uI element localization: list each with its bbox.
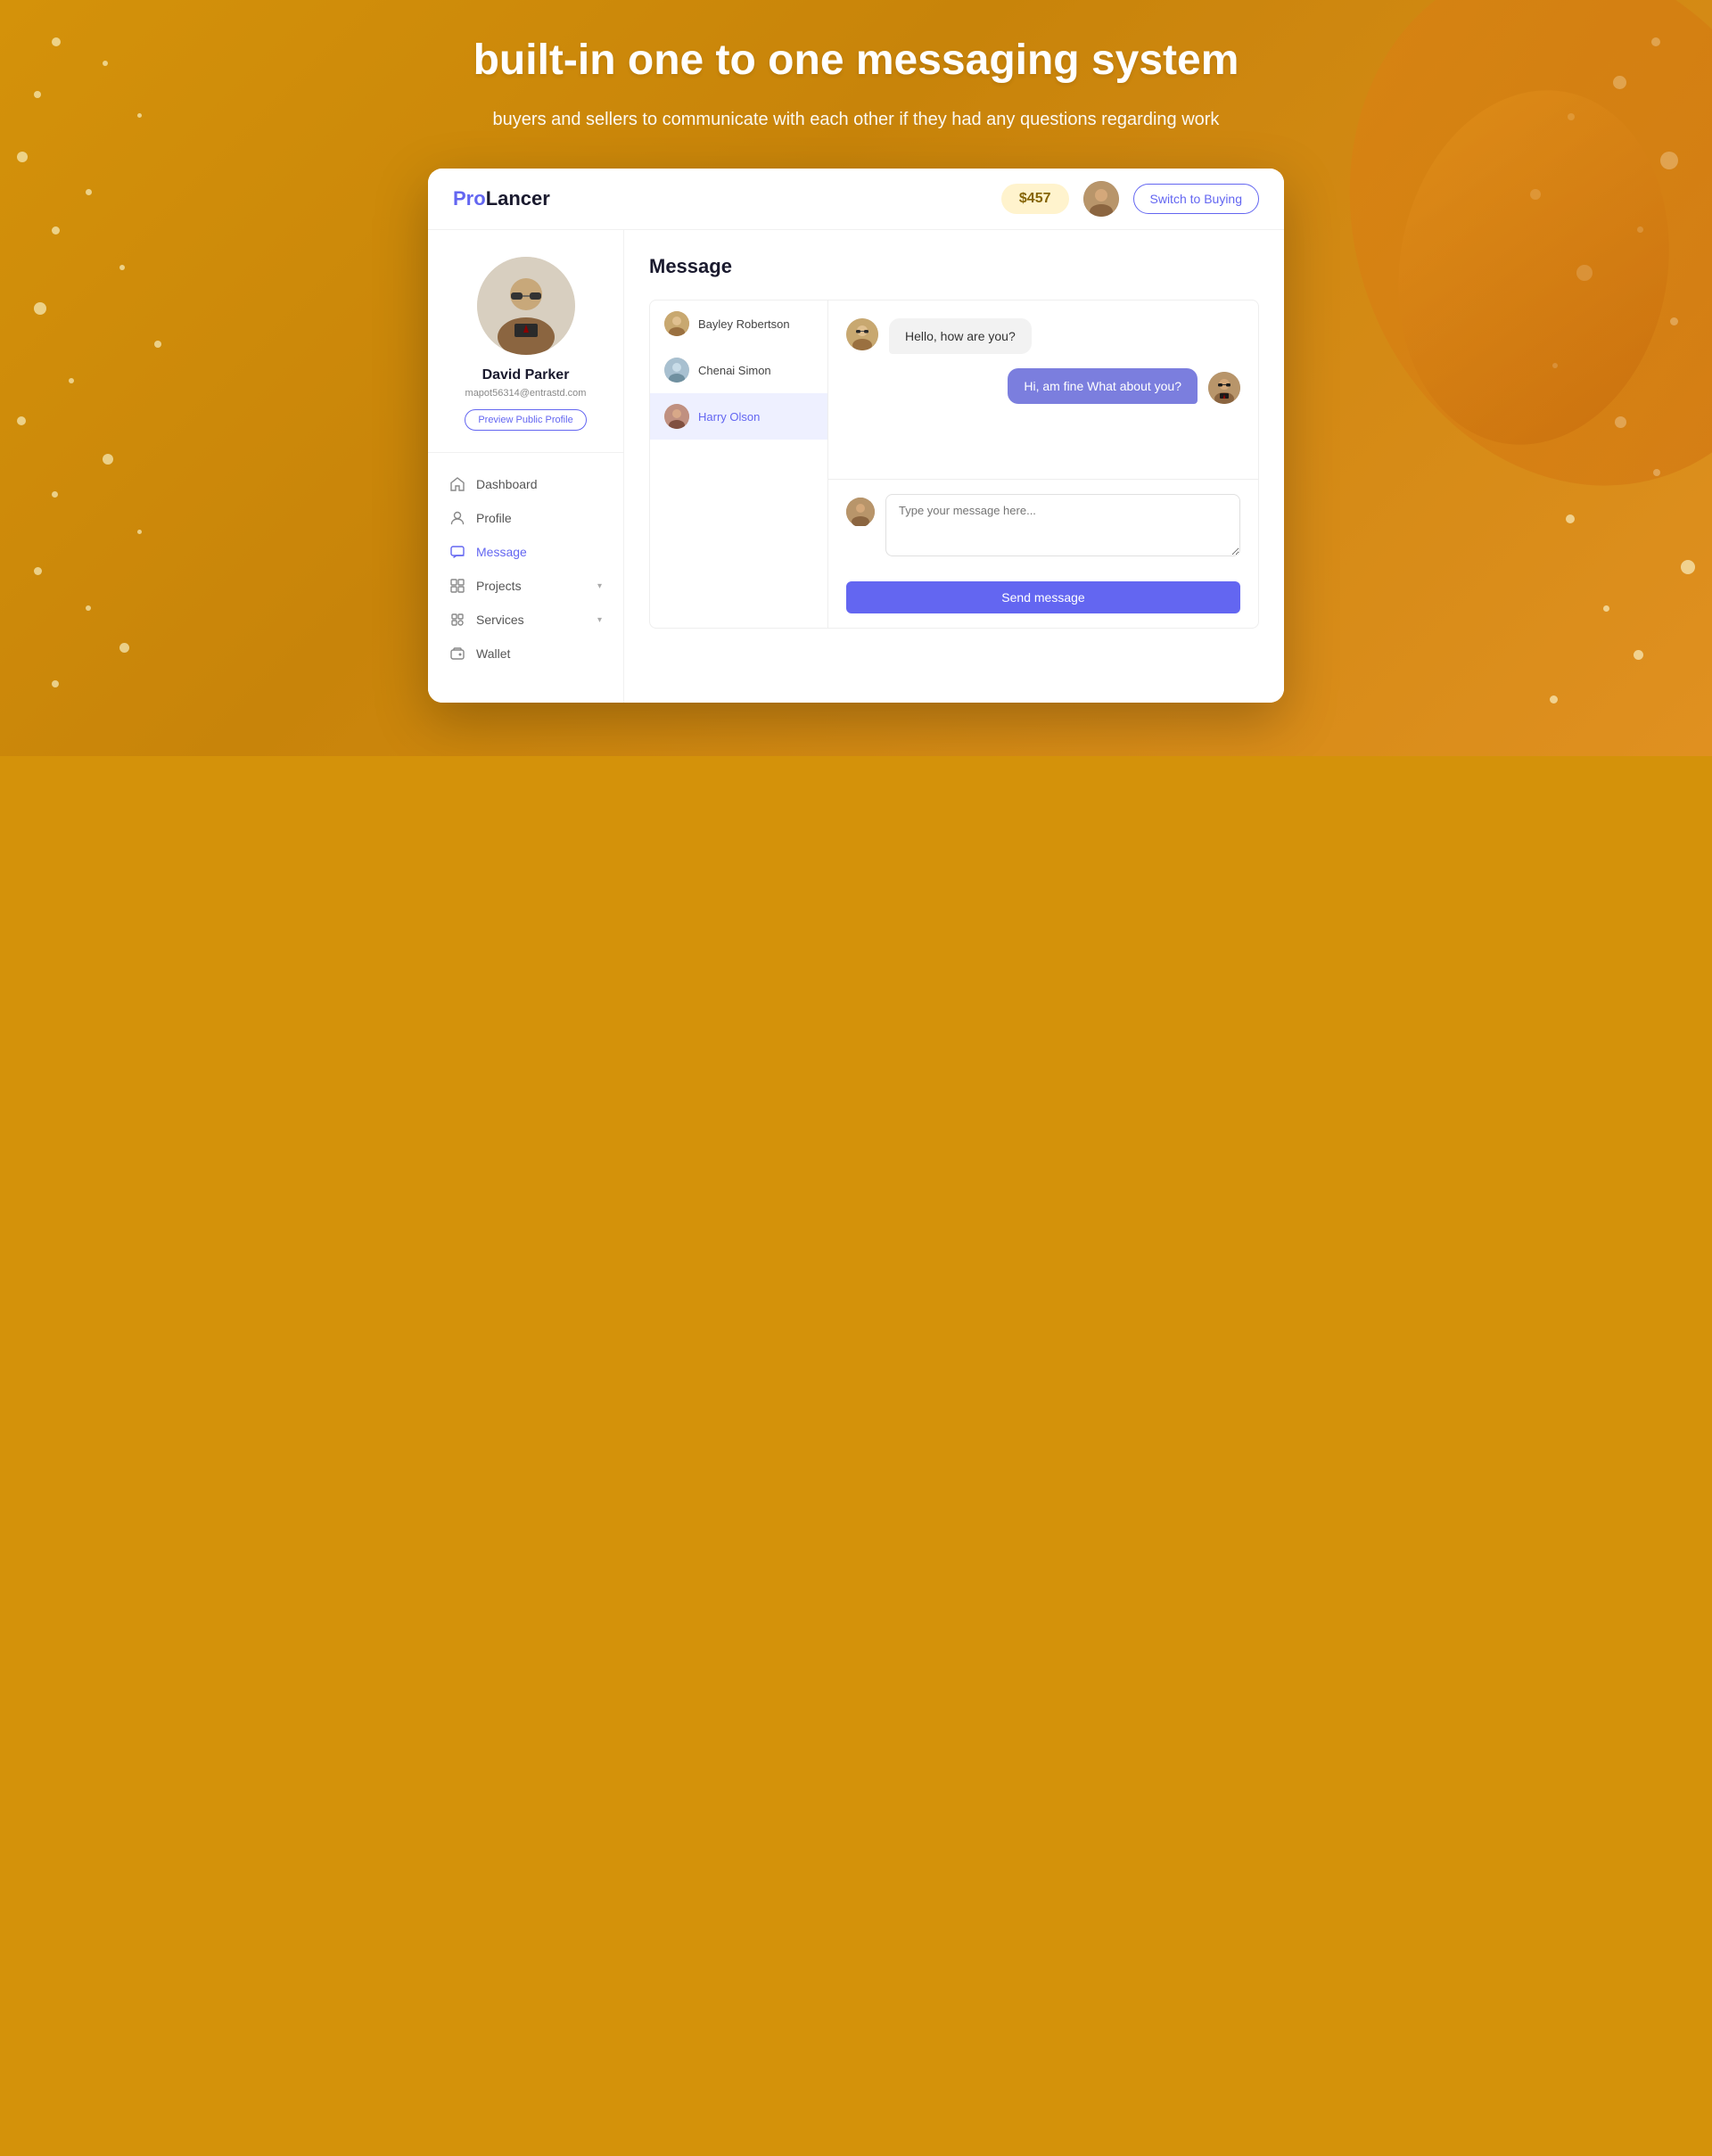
switch-to-buying-button[interactable]: Switch to Buying	[1133, 184, 1260, 214]
message-bubble-received-1: Hello, how are you?	[889, 318, 1032, 354]
sidebar-item-projects[interactable]: Projects ▾	[428, 569, 623, 603]
sidebar-item-services[interactable]: Services ▾	[428, 603, 623, 637]
user-icon	[449, 510, 465, 526]
services-chevron-icon: ▾	[597, 615, 602, 625]
projects-chevron-icon: ▾	[597, 581, 602, 591]
hero-subtitle: buyers and sellers to communicate with e…	[428, 106, 1284, 133]
sidebar-item-profile[interactable]: Profile	[428, 501, 623, 535]
sender-avatar-1	[846, 318, 878, 350]
input-avatar	[846, 498, 875, 526]
profile-name: David Parker	[446, 367, 605, 383]
wallet-icon	[449, 646, 465, 662]
content-area: Message	[624, 230, 1284, 703]
bg-curve-1	[1277, 0, 1712, 550]
home-icon	[449, 476, 465, 492]
message-input[interactable]	[885, 494, 1240, 556]
message-icon	[449, 544, 465, 560]
hero-title: built-in one to one messaging system	[428, 36, 1284, 85]
sidebar-item-wallet[interactable]: Wallet	[428, 637, 623, 671]
nav-avatar	[1083, 181, 1119, 217]
contact-item-chenai[interactable]: Chenai Simon	[650, 347, 827, 393]
sidebar-projects-label: Projects	[476, 579, 522, 593]
balance-badge: $457	[1001, 184, 1069, 214]
sidebar-wallet-label: Wallet	[476, 646, 510, 661]
app-window: ProLancer $457 Switch to Buying	[428, 169, 1284, 703]
sidebar-dashboard-label: Dashboard	[476, 477, 538, 491]
contact-name-bayley: Bayley Robertson	[698, 317, 790, 331]
contact-avatar-harry	[664, 404, 689, 429]
contact-list: Bayley Robertson C	[650, 300, 828, 628]
nav-avatar-img	[1083, 181, 1119, 217]
chat-messages: Hello, how are you? Hi, am fine What abo…	[828, 300, 1258, 479]
contact-avatar-bayley	[664, 311, 689, 336]
logo: ProLancer	[453, 187, 550, 210]
nav-menu: Dashboard Profile	[428, 453, 623, 685]
sidebar-profile-label: Profile	[476, 511, 512, 525]
projects-icon	[449, 578, 465, 594]
sidebar: David Parker mapot56314@entrastd.com Pre…	[428, 230, 624, 703]
logo-pro: Pro	[453, 187, 486, 210]
contact-item-bayley[interactable]: Bayley Robertson	[650, 300, 827, 347]
sidebar-services-label: Services	[476, 613, 524, 627]
contact-name-harry: Harry Olson	[698, 410, 760, 424]
navbar: ProLancer $457 Switch to Buying	[428, 169, 1284, 230]
contact-name-chenai: Chenai Simon	[698, 364, 771, 377]
logo-lancer: Lancer	[486, 187, 550, 210]
services-icon	[449, 612, 465, 628]
bg-curve-2	[1371, 69, 1697, 466]
message-layout: Bayley Robertson C	[649, 300, 1259, 629]
message-bubble-sent-1: Hi, am fine What about you?	[1008, 368, 1198, 404]
profile-section: David Parker mapot56314@entrastd.com Pre…	[428, 230, 623, 453]
message-page-title: Message	[649, 255, 1259, 278]
navbar-right: $457 Switch to Buying	[1001, 181, 1259, 217]
send-message-button[interactable]: Send message	[846, 581, 1240, 613]
sidebar-item-dashboard[interactable]: Dashboard	[428, 467, 623, 501]
sidebar-message-label: Message	[476, 545, 527, 559]
preview-profile-button[interactable]: Preview Public Profile	[465, 409, 586, 431]
main-layout: David Parker mapot56314@entrastd.com Pre…	[428, 230, 1284, 703]
contact-avatar-chenai	[664, 358, 689, 383]
page-background: built-in one to one messaging system buy…	[0, 0, 1712, 756]
contact-item-harry[interactable]: Harry Olson	[650, 393, 827, 440]
message-received-1: Hello, how are you?	[846, 318, 1240, 354]
sender-avatar-sent-1	[1208, 372, 1240, 404]
profile-email: mapot56314@entrastd.com	[446, 388, 605, 399]
sidebar-item-message[interactable]: Message	[428, 535, 623, 569]
message-sent-1: Hi, am fine What about you?	[846, 368, 1240, 404]
chat-area: Hello, how are you? Hi, am fine What abo…	[828, 300, 1258, 628]
message-input-area	[828, 479, 1258, 571]
profile-avatar	[477, 257, 575, 355]
